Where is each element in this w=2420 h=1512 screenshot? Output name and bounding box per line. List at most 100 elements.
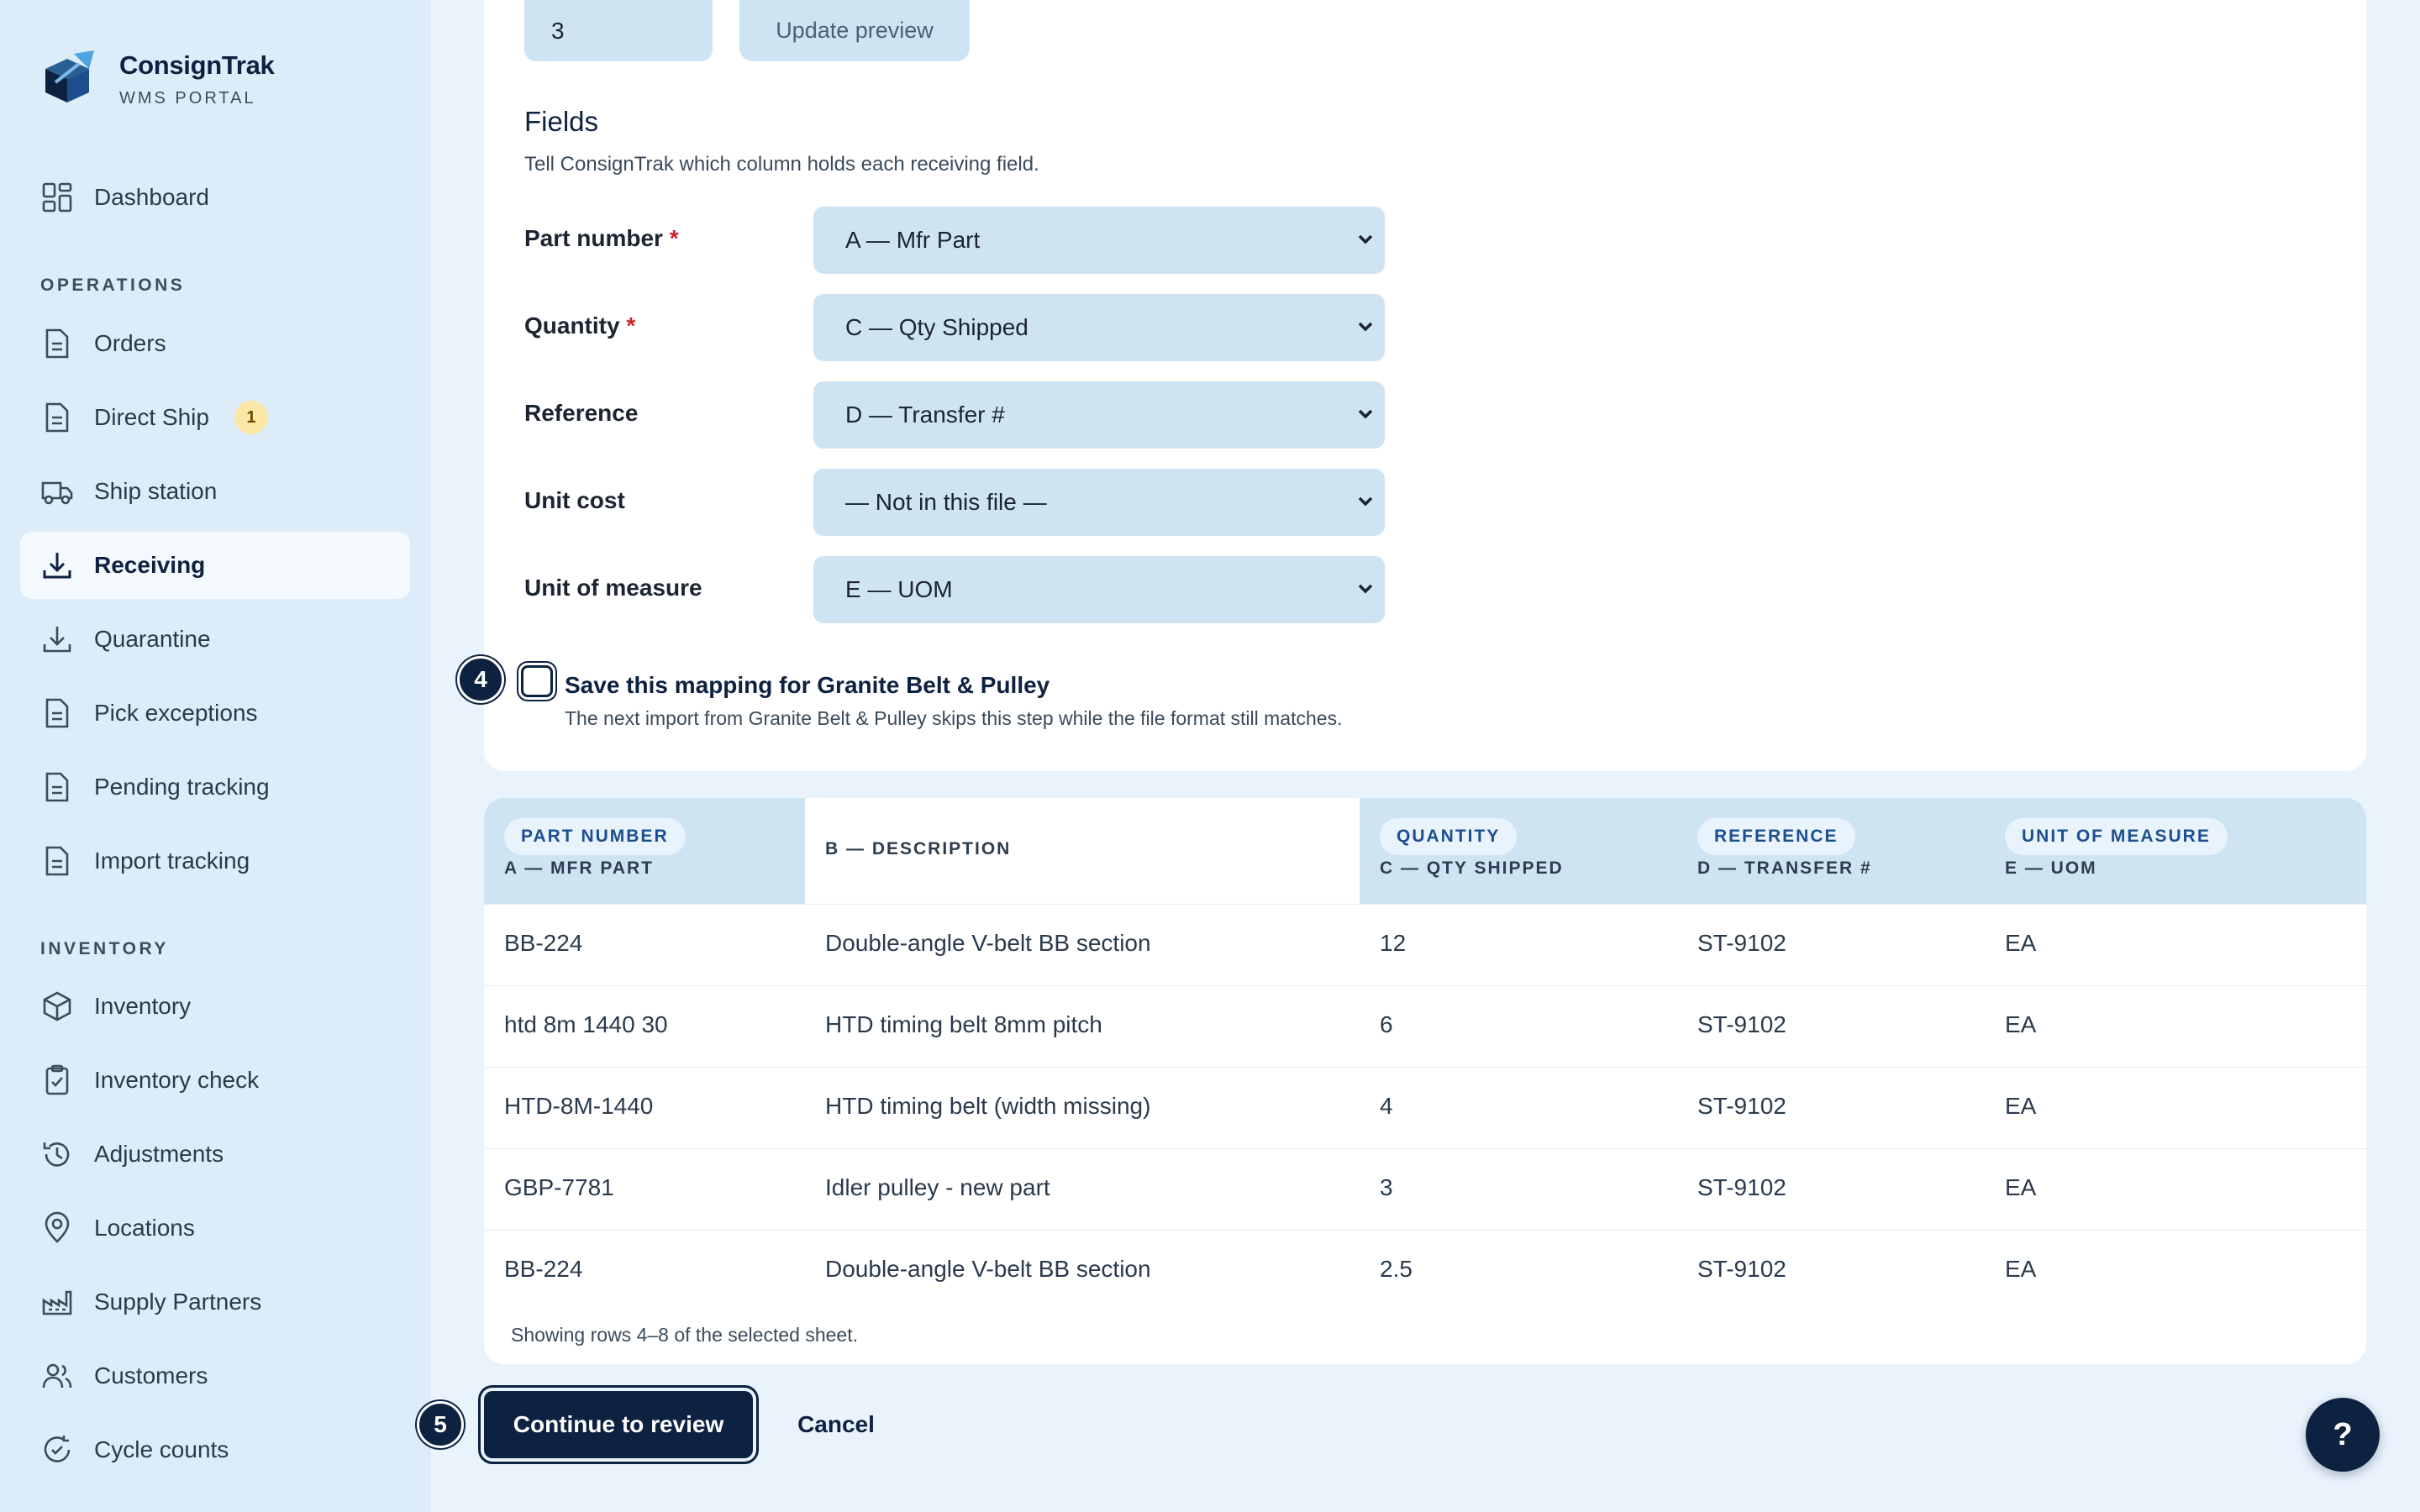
- document-icon: [45, 402, 69, 433]
- cell-quantity: 2.5: [1380, 1256, 1413, 1282]
- column-chip-reference: REFERENCE: [1697, 818, 1855, 855]
- chevron-down-icon: [1358, 234, 1373, 244]
- sidebar-item-cycle-counts[interactable]: Cycle counts: [20, 1416, 410, 1483]
- cell-description: Double-angle V-belt BB section: [825, 1256, 1151, 1282]
- sidebar-item-receiving[interactable]: Receiving: [20, 532, 410, 599]
- cell-reference: ST-9102: [1697, 1174, 1786, 1200]
- sidebar-item-pending-tracking[interactable]: Pending tracking: [20, 753, 410, 821]
- field-label-reference: Reference: [524, 400, 639, 426]
- column-source: E — UOM: [2005, 858, 2097, 878]
- cell-quantity: 6: [1380, 1011, 1393, 1037]
- factory-icon: [42, 1290, 72, 1315]
- continue-to-review-button[interactable]: Continue to review: [484, 1391, 753, 1458]
- sidebar-item-inventory-check[interactable]: Inventory check: [20, 1047, 410, 1114]
- brand[interactable]: ConsignTrak WMS PORTAL: [40, 47, 275, 108]
- sidebar-item-import-tracking[interactable]: Import tracking: [20, 827, 410, 895]
- document-icon: [45, 328, 69, 359]
- sidebar-item-label: Inventory check: [94, 1067, 260, 1093]
- unit-cost-select[interactable]: — Not in this file —: [813, 469, 1385, 536]
- cell-reference: ST-9102: [1697, 1256, 1786, 1282]
- cell-description: Double-angle V-belt BB section: [825, 930, 1151, 956]
- map-pin-icon: [45, 1211, 70, 1243]
- column-source: B — DESCRIPTION: [825, 839, 1012, 858]
- cell-part-number: BB-224: [504, 1256, 583, 1282]
- cell-quantity: 3: [1380, 1174, 1393, 1200]
- column-chip-unit-of-measure: UNIT OF MEASURE: [2005, 818, 2228, 855]
- field-label-text: Part number: [524, 225, 663, 251]
- consigntrak-logo-icon: [45, 50, 94, 102]
- sidebar-item-label: Pending tracking: [94, 774, 270, 800]
- column-chip-quantity: QUANTITY: [1380, 818, 1518, 855]
- chevron-down-icon: [1358, 584, 1373, 594]
- column-source: C — QTY SHIPPED: [1380, 858, 1564, 878]
- sidebar-item-supply-partners[interactable]: Supply Partners: [20, 1268, 410, 1336]
- required-asterisk: *: [669, 225, 679, 251]
- save-mapping-checkbox[interactable]: [521, 665, 553, 697]
- sidebar-item-label: Pick exceptions: [94, 700, 258, 726]
- quantity-select[interactable]: C — Qty Shipped: [813, 294, 1385, 361]
- step-5-badge: 5: [417, 1401, 464, 1448]
- sidebar-item-quarantine[interactable]: Quarantine: [20, 606, 410, 673]
- sidebar-item-label: Direct Ship: [94, 404, 209, 430]
- download-icon: [43, 627, 71, 653]
- column-chip-part-number: PART NUMBER: [504, 818, 686, 855]
- sidebar-item-label: Supply Partners: [94, 1289, 262, 1315]
- cell-part-number: GBP-7781: [504, 1174, 614, 1200]
- cell-part-number: htd 8m 1440 30: [504, 1011, 668, 1037]
- cell-quantity: 12: [1380, 930, 1407, 956]
- sidebar-item-label: Orders: [94, 330, 166, 356]
- sidebar-item-direct-ship[interactable]: Direct Ship 1: [20, 384, 410, 451]
- cell-reference: ST-9102: [1697, 930, 1786, 956]
- count-badge: 1: [234, 401, 268, 434]
- step-4-badge: 4: [457, 656, 504, 703]
- cell-uom: EA: [2005, 1093, 2037, 1119]
- refresh-check-icon: [44, 1436, 71, 1462]
- field-label-unit-of-measure: Unit of measure: [524, 575, 702, 601]
- chevron-down-icon: [1358, 322, 1373, 332]
- dashboard-grid-icon: [42, 182, 72, 213]
- sidebar-item-inventory[interactable]: Inventory: [20, 973, 410, 1040]
- sidebar-item-dashboard[interactable]: Dashboard: [20, 164, 410, 231]
- sidebar-item-orders[interactable]: Orders: [20, 310, 410, 377]
- document-icon: [45, 846, 69, 876]
- section-heading-operations: OPERATIONS: [40, 276, 186, 295]
- select-value: — Not in this file —: [845, 489, 1047, 515]
- sidebar: ConsignTrak WMS PORTAL Dashboard OPERATI…: [0, 0, 430, 1512]
- update-preview-button[interactable]: Update preview: [739, 0, 970, 61]
- field-label-part-number: Part number *: [524, 225, 679, 252]
- section-heading-inventory: INVENTORY: [40, 939, 169, 958]
- unit-of-measure-select[interactable]: E — UOM: [813, 556, 1385, 623]
- cell-uom: EA: [2005, 930, 2037, 956]
- cancel-button[interactable]: Cancel: [773, 1391, 899, 1458]
- field-label-text: Quantity: [524, 312, 620, 339]
- sidebar-item-label: Adjustments: [94, 1141, 224, 1167]
- header-row-input[interactable]: 3: [524, 0, 713, 61]
- column-mapping-card: [484, 0, 2366, 771]
- sidebar-item-label: Import tracking: [94, 848, 250, 874]
- history-icon: [43, 1142, 70, 1167]
- cell-quantity: 4: [1380, 1093, 1393, 1119]
- select-value: E — UOM: [845, 576, 953, 602]
- field-label-unit-cost: Unit cost: [524, 487, 625, 513]
- cell-description: Idler pulley - new part: [825, 1174, 1050, 1200]
- download-icon: [43, 553, 71, 579]
- save-mapping-help: The next import from Granite Belt & Pull…: [565, 707, 1343, 729]
- sidebar-item-locations[interactable]: Locations: [20, 1194, 410, 1262]
- fields-heading: Fields: [524, 106, 599, 137]
- sidebar-item-label: Cycle counts: [94, 1436, 229, 1462]
- sidebar-item-label: Dashboard: [94, 184, 209, 210]
- reference-select[interactable]: D — Transfer #: [813, 381, 1385, 449]
- chevron-down-icon: [1358, 409, 1373, 419]
- sidebar-item-ship-station[interactable]: Ship station: [20, 458, 410, 525]
- sidebar-item-adjustments[interactable]: Adjustments: [20, 1121, 410, 1188]
- box-icon: [43, 991, 71, 1021]
- sidebar-item-customers[interactable]: Customers: [20, 1342, 410, 1410]
- help-button[interactable]: ?: [2306, 1398, 2380, 1472]
- part-number-select[interactable]: A — Mfr Part: [813, 207, 1385, 274]
- select-value: D — Transfer #: [845, 402, 1005, 428]
- cell-description: HTD timing belt (width missing): [825, 1093, 1151, 1119]
- save-mapping-label[interactable]: Save this mapping for Granite Belt & Pul…: [565, 672, 1050, 699]
- sidebar-item-pick-exceptions[interactable]: Pick exceptions: [20, 680, 410, 747]
- document-icon: [45, 772, 69, 802]
- cell-reference: ST-9102: [1697, 1093, 1786, 1119]
